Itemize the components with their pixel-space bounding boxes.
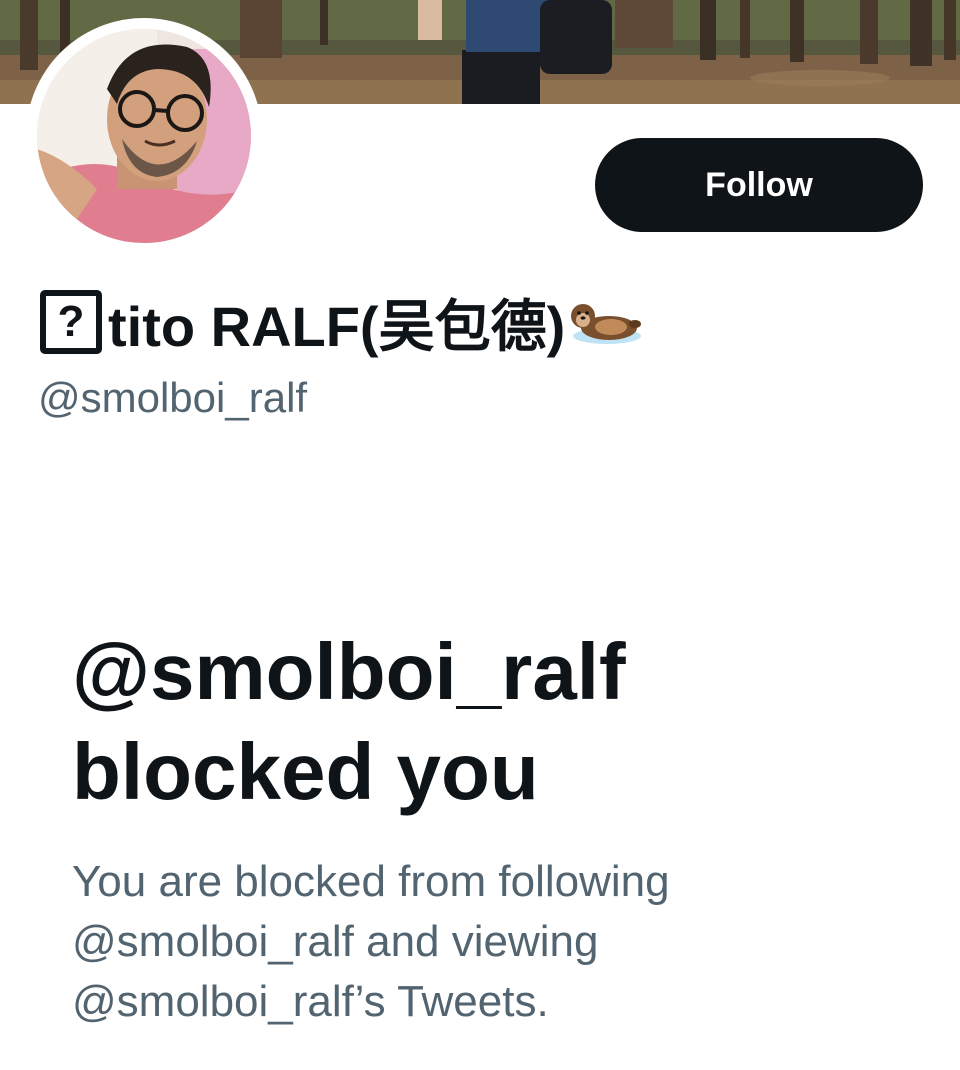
- missing-glyph-icon: ?: [40, 290, 102, 354]
- avatar-photo: [37, 29, 251, 243]
- otter-icon: [569, 294, 643, 350]
- profile-handle: @smolboi_ralf: [38, 374, 308, 421]
- display-name: ? tito RALF(吴包德): [40, 284, 643, 360]
- follow-button[interactable]: Follow: [595, 138, 923, 232]
- display-name-text: tito RALF(吴包德): [108, 294, 566, 358]
- blocked-description: You are blocked from following @smolboi_…: [72, 852, 892, 1032]
- blocked-description-line: You are blocked from following: [72, 857, 670, 906]
- blocked-heading: @smolboi_ralf blocked you: [72, 622, 892, 822]
- blocked-description-line: @smolboi_ralf and viewing: [72, 917, 599, 966]
- blocked-heading-line: blocked you: [72, 727, 539, 816]
- blocked-heading-line: @smolboi_ralf: [72, 627, 626, 716]
- blocked-description-line: @smolboi_ralf’s Tweets.: [72, 977, 549, 1026]
- avatar[interactable]: [37, 29, 251, 243]
